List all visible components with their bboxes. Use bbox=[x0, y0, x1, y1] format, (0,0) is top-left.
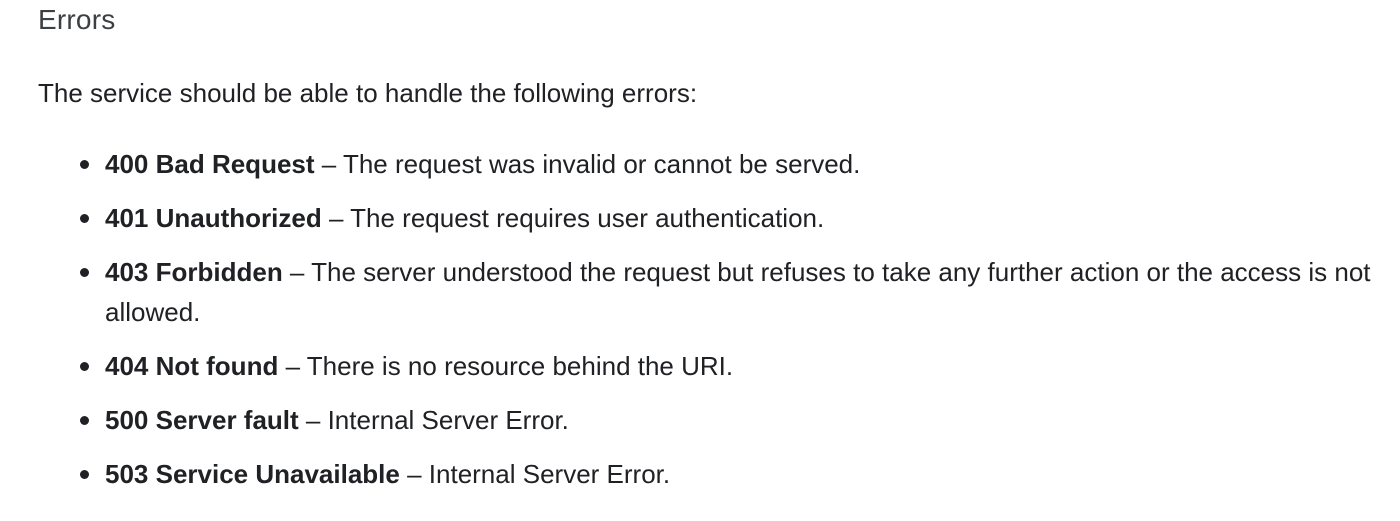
bullet-icon bbox=[80, 362, 89, 371]
bullet-icon bbox=[80, 416, 89, 425]
list-item: 400 Bad Request – The request was invali… bbox=[38, 144, 1373, 184]
error-list: 400 Bad Request – The request was invali… bbox=[38, 144, 1373, 508]
bullet-icon bbox=[80, 268, 89, 277]
error-description: – The server understood the request but … bbox=[105, 257, 1371, 327]
list-item: 404 Not found – There is no resource beh… bbox=[38, 346, 1373, 386]
error-code: 500 Server fault bbox=[105, 405, 299, 435]
error-code: 503 Service Unavailable bbox=[105, 459, 400, 489]
list-item: 503 Service Unavailable – Internal Serve… bbox=[38, 454, 1373, 494]
error-description: – There is no resource behind the URI. bbox=[278, 351, 734, 381]
error-code: 403 Forbidden bbox=[105, 257, 283, 287]
section-title: Errors bbox=[38, 4, 116, 35]
error-description: – Internal Server Error. bbox=[298, 405, 569, 435]
list-item: 401 Unauthorized – The request requires … bbox=[38, 198, 1373, 238]
error-code: 404 Not found bbox=[105, 351, 279, 381]
bullet-icon bbox=[80, 470, 89, 479]
section-intro: The service should be able to handle the… bbox=[38, 78, 698, 108]
list-item: 500 Server fault – Internal Server Error… bbox=[38, 400, 1373, 440]
error-code: 400 Bad Request bbox=[105, 149, 315, 179]
bullet-icon bbox=[80, 214, 89, 223]
error-code: 401 Unauthorized bbox=[105, 203, 322, 233]
list-item: 403 Forbidden – The server understood th… bbox=[38, 252, 1373, 332]
error-description: – Internal Server Error. bbox=[399, 459, 671, 489]
bullet-icon bbox=[80, 160, 89, 169]
error-description: – The request was invalid or cannot be s… bbox=[314, 149, 861, 179]
error-description: – The request requires user authenticati… bbox=[321, 203, 825, 233]
